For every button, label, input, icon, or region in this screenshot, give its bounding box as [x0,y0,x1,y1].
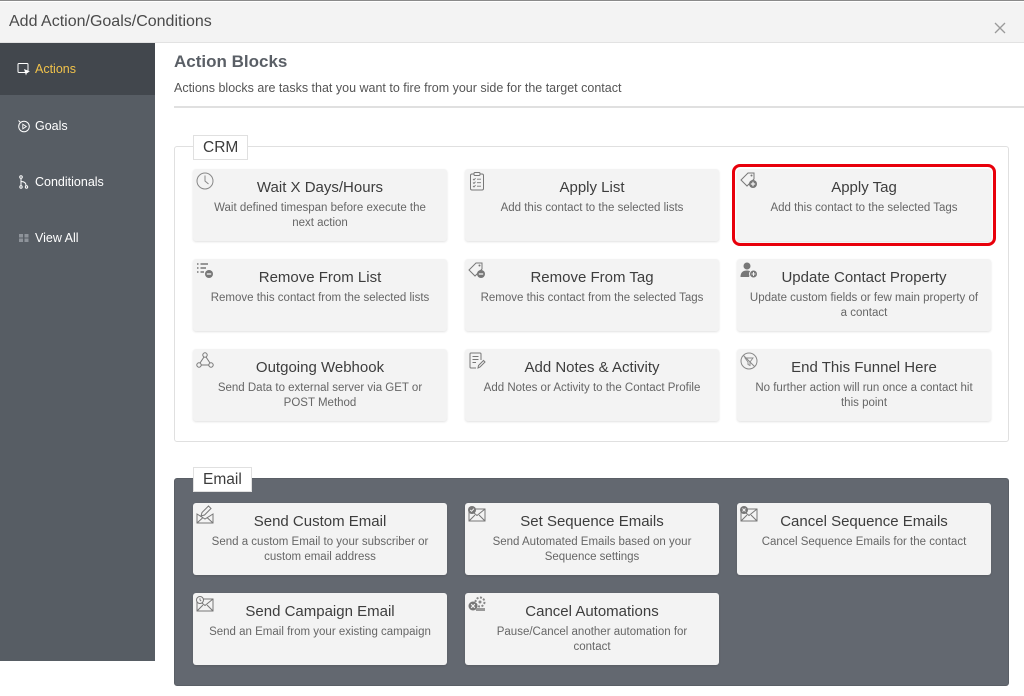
goal-target-icon [17,119,31,133]
card-title: Cancel Automations [525,603,659,620]
sidebar-item-view-all[interactable]: View All [0,212,155,264]
close-icon [994,22,1006,34]
action-card-send-campaign[interactable]: Send Campaign Email Send an Email from y… [193,593,447,665]
action-card-end-funnel[interactable]: End This Funnel Here No further action w… [737,349,991,421]
grid-icon [17,231,31,245]
card-description: Pause/Cancel another automation for cont… [496,626,688,653]
card-title: Apply Tag [831,179,897,196]
card-description: Send a custom Email to your subscriber o… [211,536,429,563]
card-description: Send Data to external server via GET or … [217,382,423,409]
sidebar-item-goals[interactable]: Goals [0,100,155,152]
modal-header: Add Action/Goals/Conditions [0,2,1024,43]
sidebar-item-label: Goals [35,119,68,133]
card-title: Wait X Days/Hours [256,179,384,196]
action-card-cancel-automations[interactable]: Cancel Automations Pause/Cancel another … [465,593,719,665]
action-card-apply-tag[interactable]: Apply Tag Add this contact to the select… [732,164,996,246]
sidebar-item-label: View All [35,231,79,245]
action-card-cancel-sequence[interactable]: Cancel Sequence Emails Cancel Sequence E… [737,503,991,575]
action-card-update-contact[interactable]: Update Contact Property Update custom fi… [737,259,991,331]
card-title: Outgoing Webhook [255,359,385,376]
card-description: Add this contact to the selected lists [500,202,684,214]
card-description: Update custom fields or few main propert… [749,292,979,319]
card-description: Send an Email from your existing campaig… [209,626,431,638]
card-title: Remove From List [258,269,382,286]
sidebar-item-actions[interactable]: Actions [0,43,155,95]
add-action-modal: Add Action/Goals/Conditions Actions Goal… [0,0,1024,696]
card-description: Remove this contact from the selected li… [210,292,430,304]
card-title: Add Notes & Activity [524,359,660,376]
sidebar: Actions Goals Conditionals View All [0,43,155,661]
page-description: Actions blocks are tasks that you want t… [174,81,622,95]
action-card-set-sequence[interactable]: Set Sequence Emails Send Automated Email… [465,503,719,575]
divider [174,106,1024,108]
card-title: Update Contact Property [781,269,947,286]
conditional-branch-icon [17,175,31,189]
sidebar-item-label: Actions [35,62,76,76]
action-card-wait[interactable]: Wait X Days/Hours Wait defined timespan … [193,169,447,241]
card-title: Send Custom Email [253,513,387,530]
close-button[interactable] [994,22,1008,36]
card-title: Send Campaign Email [245,603,395,620]
section-legend-email: Email [193,467,252,492]
card-description: Send Automated Emails based on your Sequ… [492,536,692,563]
crm-section: CRM Wait X Days/Hours Wait defined times… [174,135,1009,442]
card-title: End This Funnel Here [791,359,937,376]
page-title: Action Blocks [174,52,288,71]
card-title: Set Sequence Emails [520,513,664,530]
modal-title: Add Action/Goals/Conditions [9,13,212,30]
card-description: Cancel Sequence Emails for the contact [761,536,967,548]
card-description: Add this contact to the selected Tags [770,202,958,214]
action-card-webhook[interactable]: Outgoing Webhook Send Data to external s… [193,349,447,421]
action-card-send-custom-email[interactable]: Send Custom Email Send a custom Email to… [193,503,447,575]
card-description: Remove this contact from the selected Ta… [480,292,704,304]
card-description: Add Notes or Activity to the Contact Pro… [483,382,701,394]
section-legend-crm: CRM [193,135,249,160]
action-card-add-notes[interactable]: Add Notes & Activity Add Notes or Activi… [465,349,719,421]
action-card-apply-list[interactable]: Apply List Add this contact to the selec… [465,169,719,241]
action-pointer-icon [17,62,31,76]
email-section: Email Send Custom Email Send a custom Em… [174,467,1009,686]
sidebar-item-label: Conditionals [35,175,104,189]
card-title: Cancel Sequence Emails [780,513,948,530]
action-card-remove-tag[interactable]: Remove From Tag Remove this contact from… [465,259,719,331]
action-card-remove-list[interactable]: Remove From List Remove this contact fro… [193,259,447,331]
card-title: Apply List [559,179,625,196]
card-title: Remove From Tag [530,269,654,286]
sidebar-item-conditionals[interactable]: Conditionals [0,156,155,208]
card-description: Wait defined timespan before execute the… [214,202,426,229]
card-description: No further action will run once a contac… [755,382,973,409]
